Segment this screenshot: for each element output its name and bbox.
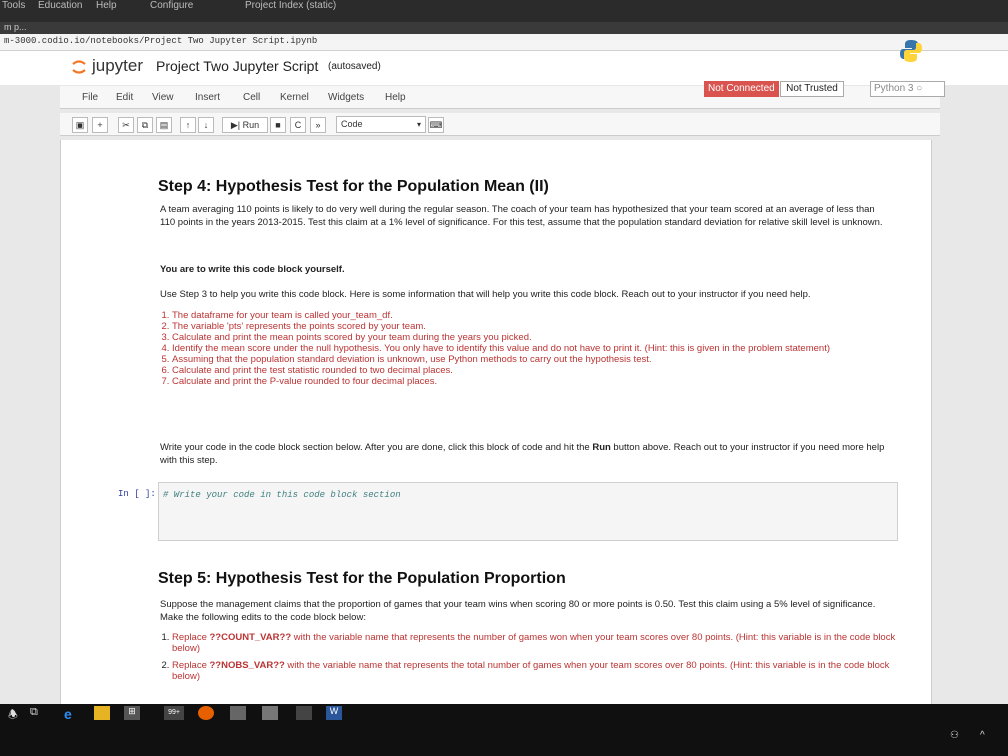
app-icon-2[interactable] bbox=[296, 706, 312, 720]
menu-view[interactable]: View bbox=[152, 92, 174, 103]
menu-kernel[interactable]: Kernel bbox=[280, 92, 309, 103]
firefox-icon[interactable] bbox=[198, 706, 214, 720]
task-view-icon[interactable]: ⧉ bbox=[30, 706, 46, 720]
list-item: Identify the mean score under the null h… bbox=[172, 343, 902, 354]
menu-insert[interactable]: Insert bbox=[195, 92, 220, 103]
step5-heading: Step 5: Hypothesis Test for the Populati… bbox=[158, 570, 566, 587]
step4-help: Use Step 3 to help you write this code b… bbox=[160, 289, 811, 300]
menu-help[interactable]: Help bbox=[96, 0, 117, 11]
list-item: Replace ??COUNT_VAR?? with the variable … bbox=[172, 632, 902, 654]
os-menubar: Tools Education Help Configure Project I… bbox=[0, 0, 1008, 22]
jupyter-logo-icon bbox=[72, 60, 86, 74]
code-comment: # Write your code in this code block sec… bbox=[163, 490, 401, 500]
calculator-icon[interactable] bbox=[262, 706, 278, 720]
menu-tools[interactable]: Tools bbox=[2, 0, 25, 11]
app-icon[interactable] bbox=[230, 706, 246, 720]
url-text: m-3000.codio.io/notebooks/Project Two Ju… bbox=[4, 36, 318, 46]
run-label: Run bbox=[242, 120, 260, 130]
list-item: Calculate and print the test statistic r… bbox=[172, 365, 902, 376]
save-icon[interactable]: ▣ bbox=[72, 117, 88, 133]
kernel-indicator[interactable]: Python 3 ○ bbox=[870, 81, 945, 97]
menu-file[interactable]: File bbox=[82, 92, 98, 103]
menu-configure[interactable]: Configure bbox=[150, 0, 193, 11]
mail-badge-icon[interactable]: 99+ bbox=[164, 706, 184, 720]
move-down-icon[interactable]: ↓ bbox=[198, 117, 214, 133]
restart-run-all-icon[interactable]: » bbox=[310, 117, 326, 133]
step4-heading: Step 4: Hypothesis Test for the Populati… bbox=[158, 178, 549, 195]
step4-instruction: You are to write this code block yoursel… bbox=[160, 264, 345, 275]
list-item: Calculate and print the P-value rounded … bbox=[172, 376, 902, 387]
code-cell[interactable]: # Write your code in this code block sec… bbox=[158, 482, 898, 541]
paste-icon[interactable]: ▤ bbox=[156, 117, 172, 133]
input-prompt: In [ ]: bbox=[118, 489, 156, 499]
kernel-name: Python 3 bbox=[874, 83, 914, 94]
run-icon: ▶| bbox=[230, 120, 241, 130]
address-bar[interactable]: m-3000.codio.io/notebooks/Project Two Ju… bbox=[0, 34, 1008, 51]
people-icon[interactable]: ⚇ bbox=[950, 730, 966, 744]
notebook-title[interactable]: Project Two Jupyter Script bbox=[156, 58, 318, 74]
list-item: Assuming that the population standard de… bbox=[172, 354, 902, 365]
tab-strip: m p... bbox=[0, 22, 1008, 34]
menu-help-nb[interactable]: Help bbox=[385, 92, 406, 103]
move-up-icon[interactable]: ↑ bbox=[180, 117, 196, 133]
command-palette-icon[interactable]: ⌨ bbox=[428, 117, 444, 133]
write-code-run: Run bbox=[592, 442, 611, 453]
list-item: Calculate and print the mean points scor… bbox=[172, 332, 902, 343]
chevron-up-icon[interactable]: ^ bbox=[980, 730, 996, 744]
step4-write-code: Write your code in the code block sectio… bbox=[160, 441, 890, 467]
menu-project-index[interactable]: Project Index (static) bbox=[245, 0, 336, 11]
store-icon[interactable]: ⊞ bbox=[124, 706, 140, 720]
cut-icon[interactable]: ✂ bbox=[118, 117, 134, 133]
write-code-pre: Write your code in the code block sectio… bbox=[160, 442, 593, 453]
file-explorer-icon[interactable] bbox=[94, 706, 110, 720]
cell-type-select[interactable]: Code ▾ bbox=[336, 116, 426, 133]
list-item: Replace ??NOBS_VAR?? with the variable n… bbox=[172, 660, 902, 682]
menu-cell[interactable]: Cell bbox=[243, 92, 260, 103]
add-cell-icon[interactable]: + bbox=[92, 117, 108, 133]
chevron-down-icon: ▾ bbox=[416, 120, 421, 129]
step4-intro: A team averaging 110 points is likely to… bbox=[160, 204, 883, 228]
not-trusted-badge[interactable]: Not Trusted bbox=[780, 81, 844, 97]
step5-intro: Suppose the management claims that the p… bbox=[160, 599, 876, 623]
edge-icon[interactable]: e bbox=[64, 706, 80, 722]
kernel-status-icon: ○ bbox=[916, 83, 923, 94]
cell-type-value: Code bbox=[341, 119, 363, 129]
not-connected-badge[interactable]: Not Connected bbox=[704, 81, 779, 97]
menu-edit[interactable]: Edit bbox=[116, 92, 133, 103]
python-logo-icon bbox=[900, 40, 922, 62]
restart-icon[interactable]: C bbox=[290, 117, 306, 133]
list-item: The variable 'pts' represents the points… bbox=[172, 321, 902, 332]
menu-widgets[interactable]: Widgets bbox=[328, 92, 364, 103]
list-item: The dataframe for your team is called yo… bbox=[172, 310, 902, 321]
autosave-status: (autosaved) bbox=[328, 61, 381, 72]
run-button[interactable]: ▶| Run bbox=[222, 117, 268, 133]
menu-education[interactable]: Education bbox=[38, 0, 82, 11]
notebook-header bbox=[0, 51, 1008, 85]
copy-icon[interactable]: ⧉ bbox=[137, 117, 153, 133]
tab-label[interactable]: m p... bbox=[4, 22, 27, 32]
notification-icon[interactable]: 🕭 bbox=[8, 706, 24, 721]
stop-icon[interactable]: ■ bbox=[270, 117, 286, 133]
step5-list: Replace ??COUNT_VAR?? with the variable … bbox=[160, 632, 902, 682]
word-icon[interactable]: W bbox=[326, 706, 342, 720]
taskbar bbox=[0, 704, 1008, 756]
step4-list: The dataframe for your team is called yo… bbox=[160, 310, 902, 387]
jupyter-wordmark[interactable]: jupyter bbox=[92, 56, 143, 76]
